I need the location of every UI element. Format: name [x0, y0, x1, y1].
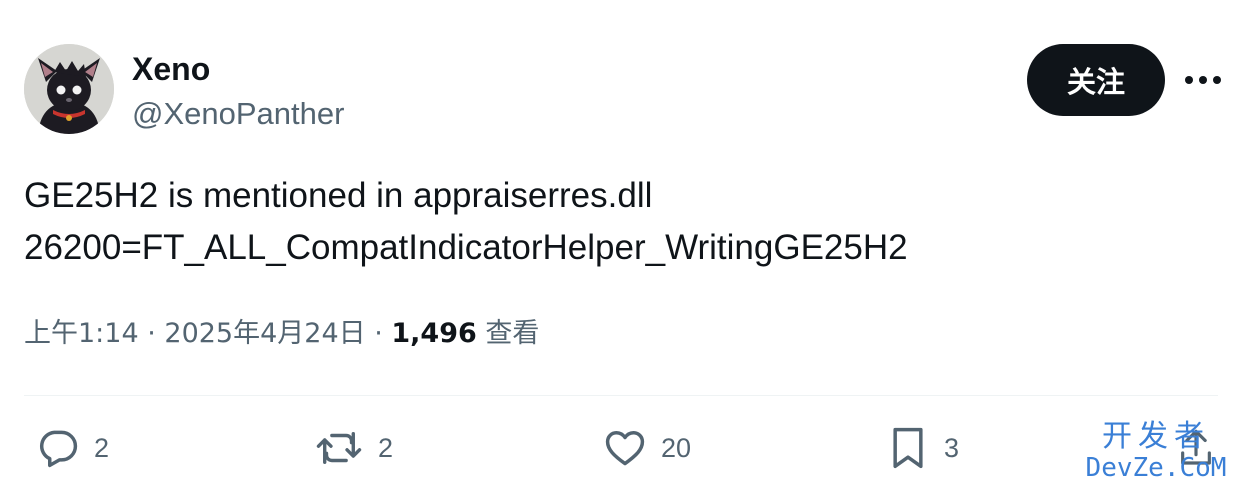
tweet-date[interactable]: 2025年4月24日 — [164, 318, 365, 349]
bookmark-icon — [893, 427, 923, 469]
watermark-text-en: DevZe.CoM — [1085, 453, 1227, 483]
user-handle[interactable]: @XenoPanther — [132, 95, 344, 133]
views-count: 1,496 — [391, 318, 477, 349]
tweet-time[interactable]: 上午1:14 — [24, 318, 139, 349]
retweet-icon — [316, 432, 362, 464]
display-name[interactable]: Xeno — [132, 49, 210, 89]
meta-separator: · — [138, 318, 165, 349]
like-button[interactable]: 20 — [603, 422, 691, 474]
reply-icon — [39, 430, 78, 468]
bookmark-button[interactable]: 3 — [886, 422, 959, 474]
tweet-text-line: 26200=FT_ALL_CompatIndicatorHelper_Writi… — [24, 228, 908, 267]
more-horizontal-icon — [1185, 76, 1221, 84]
site-watermark: 开发者 DevZe.CoM — [1070, 419, 1242, 484]
reply-count: 2 — [94, 432, 110, 463]
tweet-meta: 上午1:14 · 2025年4月24日 · 1,496 查看 — [24, 312, 539, 356]
watermark-text-cn: 开发者 — [1102, 419, 1210, 454]
reply-button[interactable]: 2 — [36, 422, 109, 474]
divider — [24, 395, 1218, 396]
panther-avatar-icon — [24, 44, 114, 134]
bookmark-count: 3 — [944, 432, 960, 463]
heart-icon — [605, 431, 645, 466]
follow-button[interactable]: 关注 — [1027, 44, 1165, 116]
retweet-count: 2 — [378, 432, 394, 463]
like-count: 20 — [661, 432, 692, 463]
tweet-text-line: GE25H2 is mentioned in appraiserres.dll — [24, 176, 653, 215]
avatar[interactable] — [24, 44, 114, 134]
views-label: 查看 — [485, 318, 540, 349]
more-options-button[interactable] — [1180, 60, 1226, 100]
tweet-text: GE25H2 is mentioned in appraiserres.dll … — [24, 170, 1214, 274]
retweet-button[interactable]: 2 — [314, 422, 393, 474]
meta-separator: · — [365, 318, 392, 349]
